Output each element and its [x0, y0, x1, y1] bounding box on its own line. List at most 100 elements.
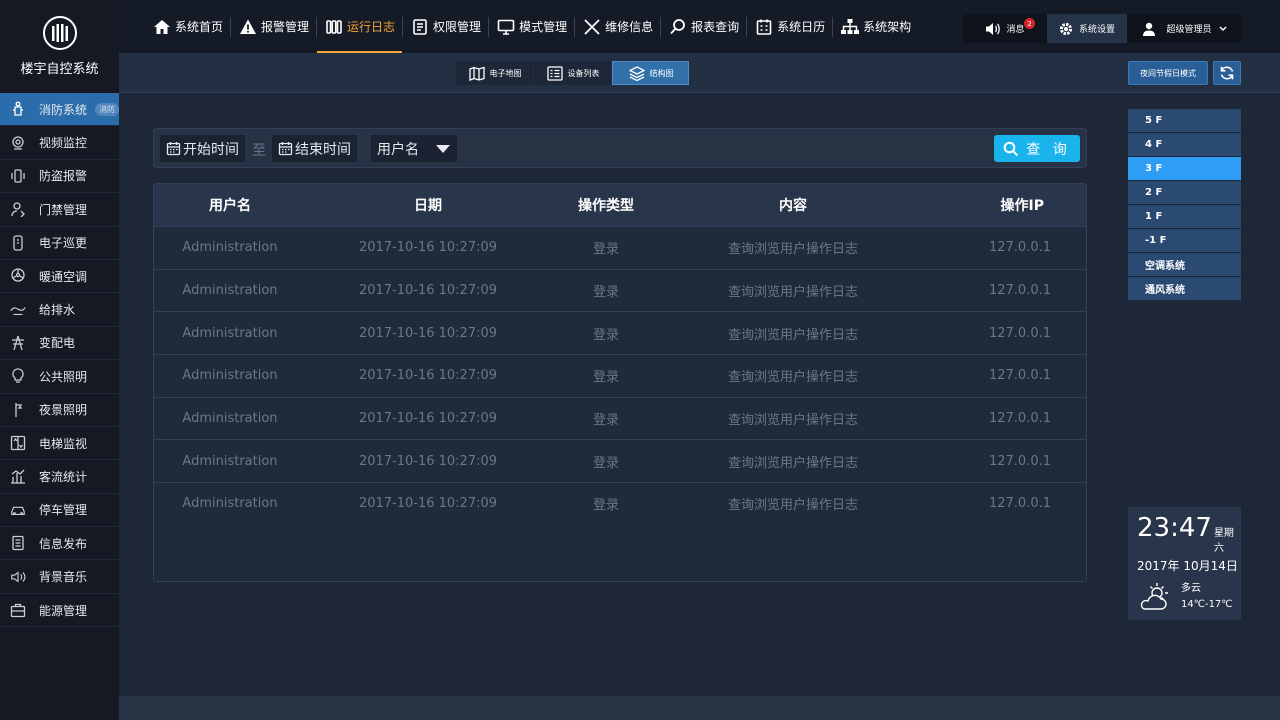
sidebar-item-water[interactable]: 给排水 [0, 293, 119, 327]
sidebar-item-label: 夜景照明 [39, 403, 88, 418]
sidebar-item-power[interactable]: 变配电 [0, 327, 119, 361]
cell-content: 查询浏览用户操作日志 [727, 413, 858, 429]
night-holiday-mode-button[interactable]: 夜间节假日模式 [1128, 61, 1208, 85]
cell-date: 2017-10-16 10:27:09 [358, 283, 498, 299]
sidebar-item-public-light[interactable]: 公共照明 [0, 360, 119, 394]
sidebar-item-label: 给排水 [39, 303, 76, 318]
topnav-item-report[interactable]: 报表查询 [661, 0, 746, 53]
tab-device-list[interactable]: 设备列表 [534, 61, 611, 85]
column-header-content[interactable]: 内容 [662, 195, 924, 215]
table-row[interactable]: Administration 2017-10-16 10:27:09 登录 查询浏览用… [154, 439, 1086, 482]
cell-content: 查询浏览用户操作日志 [727, 498, 858, 514]
sidebar-item-elevator[interactable]: 电梯监视 [0, 427, 119, 461]
cell-date: 2017-10-16 10:27:09 [358, 411, 498, 427]
top-nav: 系统首页 报警管理 运行日志 权限管理 模式管理 维修信息 报表查询 系统日历 … [119, 0, 1280, 53]
user-avatar-icon [1142, 22, 1156, 36]
sidebar-item-patrol[interactable]: 电子巡更 [0, 227, 119, 260]
topnav-item-home[interactable]: 系统首页 [145, 0, 230, 53]
start-time-picker[interactable]: 开始时间 [160, 135, 245, 162]
table-header: 用户名 日期 操作类型 内容 操作IP [154, 184, 1086, 226]
table-row[interactable]: Administration 2017-10-16 10:27:09 登录 查询浏览用… [154, 311, 1086, 354]
sidebar-item-info[interactable]: 信息发布 [0, 527, 119, 561]
cell-username: Administration [182, 496, 278, 512]
cell-operation-type: 登录 [592, 242, 619, 258]
app-title: 楼宇自控系统 [20, 62, 99, 77]
user-menu-button[interactable]: 超级管理员 [1127, 14, 1242, 43]
sidebar-item-fire[interactable]: 消防系统 消防 [0, 93, 119, 127]
topnav-item-repair[interactable]: 维修信息 [575, 0, 660, 53]
stats-icon [10, 468, 26, 485]
search-icon [1003, 141, 1019, 157]
floor-item[interactable]: 空调系统 [1128, 253, 1241, 277]
footer-bar [119, 696, 1280, 720]
topnav-item-calendar[interactable]: 系统日历 [747, 0, 832, 53]
end-time-picker[interactable]: 结束时间 [272, 135, 357, 162]
table-row[interactable]: Administration 2017-10-16 10:27:09 登录 查询浏览用… [154, 354, 1086, 397]
topnav-item-label: 系统日历 [777, 20, 826, 34]
app-logo: 楼宇自控系统 [0, 0, 119, 93]
sidebar-item-hvac[interactable]: 暖通空调 [0, 260, 119, 294]
topnav-item-permission[interactable]: 权限管理 [403, 0, 488, 53]
topnav-item-label: 报警管理 [261, 20, 310, 34]
sidebar-item-label: 消防系统 [39, 102, 88, 117]
sidebar-item-access[interactable]: 门禁管理 [0, 193, 119, 227]
sidebar-item-alarm[interactable]: 防盗报警 [0, 160, 119, 194]
settings-button[interactable]: 系统设置 [1047, 14, 1127, 43]
tab-electronic-map[interactable]: 电子地图 [456, 61, 533, 85]
tab-label: 设备列表 [567, 68, 600, 78]
log-filter-bar: 开始时间 至 结束时间 用户名 查 询 [153, 128, 1087, 168]
cell-date: 2017-10-16 10:27:09 [358, 453, 498, 469]
topnav-item-label: 系统首页 [175, 20, 224, 34]
table-row[interactable]: Administration 2017-10-16 10:27:09 登录 查询浏览用… [154, 482, 1086, 525]
sidebar-item-energy[interactable]: 能源管理 [0, 594, 119, 628]
cell-ip: 127.0.0.1 [988, 283, 1051, 299]
column-header-date[interactable]: 日期 [306, 195, 550, 215]
messages-button[interactable]: 消息 2 [963, 14, 1047, 43]
messages-label: 消息 [1006, 25, 1025, 35]
floor-item[interactable]: 2 F [1128, 181, 1241, 205]
floor-item[interactable]: 5 F [1128, 109, 1241, 133]
username-select[interactable]: 用户名 [371, 135, 457, 162]
monitor-icon [496, 17, 516, 37]
tab-structure[interactable]: 结构图 [612, 61, 689, 85]
query-button[interactable]: 查 询 [994, 135, 1080, 162]
permission-icon [410, 17, 430, 37]
cell-operation-type: 登录 [592, 498, 619, 514]
column-header-operation-type[interactable]: 操作类型 [550, 195, 662, 215]
cell-ip: 127.0.0.1 [988, 325, 1051, 341]
cell-operation-type: 登录 [592, 455, 619, 471]
sidebar-item-label: 停车管理 [39, 503, 88, 518]
sidebar-item-label: 电子巡更 [39, 236, 88, 251]
sidebar-item-passenger[interactable]: 客流统计 [0, 460, 119, 494]
table-row[interactable]: Administration 2017-10-16 10:27:09 登录 查询浏览用… [154, 226, 1086, 269]
weather-condition: 多云 14℃-17℃ [1137, 581, 1233, 613]
table-body: Administration 2017-10-16 10:27:09 登录 查询浏览用… [154, 226, 1086, 525]
search-icon [668, 17, 688, 37]
sidebar-item-video[interactable]: 视频监控 [0, 126, 119, 160]
sidebar: 楼宇自控系统 消防系统 消防 视频监控 防盗报警 门禁管理 电子巡更 暖通空调 [0, 0, 119, 720]
column-header-ip[interactable]: 操作IP [924, 195, 1074, 215]
sidebar-item-label: 门禁管理 [39, 202, 88, 217]
sidebar-item-parking[interactable]: 停车管理 [0, 494, 119, 528]
table-row[interactable]: Administration 2017-10-16 10:27:09 登录 查询浏览用… [154, 268, 1086, 312]
sidebar-item-music[interactable]: 背景音乐 [0, 560, 119, 594]
topnav-item-alarm[interactable]: 报警管理 [231, 0, 316, 53]
refresh-button[interactable] [1213, 61, 1241, 85]
chevron-down-icon [1218, 25, 1227, 32]
floor-item[interactable]: 3 F [1128, 157, 1241, 181]
floor-item[interactable]: 1 F [1128, 205, 1241, 229]
sidebar-item-label: 能源管理 [39, 603, 88, 618]
table-row[interactable]: Administration 2017-10-16 10:27:09 登录 查询浏览用… [154, 396, 1086, 440]
refresh-icon [1219, 65, 1235, 81]
cell-operation-type: 登录 [592, 413, 619, 429]
floor-item[interactable]: -1 F [1128, 229, 1241, 253]
floor-item[interactable]: 通风系统 [1128, 277, 1241, 301]
topnav-item-log[interactable]: 运行日志 [317, 0, 403, 53]
column-header-username[interactable]: 用户名 [154, 195, 306, 215]
topnav-item-mode[interactable]: 模式管理 [489, 0, 574, 53]
topnav-item-architecture[interactable]: 系统架构 [833, 0, 918, 53]
cell-content: 查询浏览用户操作日志 [727, 370, 858, 386]
night-light-icon [10, 402, 26, 418]
floor-item[interactable]: 4 F [1128, 133, 1241, 157]
sidebar-item-night-light[interactable]: 夜景照明 [0, 394, 119, 427]
